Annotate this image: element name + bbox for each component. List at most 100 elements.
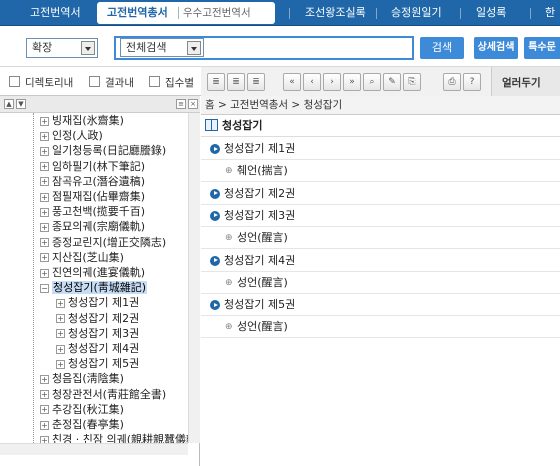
list-view-icon[interactable]: ≣	[207, 73, 225, 91]
tree-child-node[interactable]: + 청성잡기 제5권	[56, 356, 139, 371]
section-link[interactable]: 췌언(揣言)	[237, 160, 288, 182]
help-icon[interactable]: ?	[463, 73, 481, 91]
tree-node[interactable]: + 증정교린지(增正交隣志)	[40, 235, 166, 250]
expand-icon[interactable]: +	[56, 298, 65, 308]
within-results-checkbox[interactable]	[89, 76, 100, 87]
nav-item-annals[interactable]: 조선왕조실록	[305, 0, 366, 26]
tree-child-node[interactable]: + 청성잡기 제1권	[56, 295, 139, 310]
expand-icon[interactable]: +	[40, 435, 49, 443]
expand-icon[interactable]: +	[40, 420, 49, 430]
special-char-button[interactable]: 특수문	[524, 37, 560, 59]
tree-node[interactable]: + 인정(人政)	[40, 128, 103, 143]
tree-node[interactable]: + 빙재집(氷齋集)	[40, 113, 124, 128]
section-link[interactable]: 성언(醒言)	[237, 272, 288, 294]
tree-node[interactable]: + 청장관전서(靑莊館全書)	[40, 387, 166, 402]
expand-icon[interactable]: +	[40, 390, 49, 400]
tree-child-node[interactable]: + 청성잡기 제4권	[56, 341, 139, 356]
edit-icon[interactable]: ✎	[383, 73, 401, 91]
collapse-icon[interactable]: −	[40, 283, 49, 293]
breadcrumb-text[interactable]: 홈 > 고전번역총서 > 청성잡기	[205, 96, 342, 115]
tree-vertical-scrollbar[interactable]	[188, 113, 200, 443]
section-row[interactable]: ⊕ 성언(醒言)	[201, 227, 560, 250]
expand-icon[interactable]: +	[40, 131, 49, 141]
volume-link[interactable]: 청성잡기 제3권	[224, 205, 295, 227]
expand-icon[interactable]: +	[40, 222, 49, 232]
volume-link[interactable]: 청성잡기 제1권	[224, 138, 295, 160]
minimize-icon[interactable]: ≡	[176, 99, 186, 109]
tree-node[interactable]: + 친경 · 친잠 의궤(親耕親蠶儀軌)	[40, 432, 188, 443]
expand-icon[interactable]: +	[40, 192, 49, 202]
tree-horizontal-scrollbar[interactable]	[0, 443, 188, 455]
expand-icon[interactable]: +	[40, 253, 49, 263]
directory-checkbox[interactable]	[9, 76, 20, 87]
nav-item-seungjeongwon[interactable]: 승정원일기	[391, 0, 442, 26]
section-row[interactable]: ⊕ 췌언(揣言)	[201, 160, 560, 183]
expand-icon[interactable]: +	[40, 116, 49, 126]
volume-row[interactable]: 청성잡기 제3권	[201, 205, 560, 227]
volume-row[interactable]: 청성잡기 제2권	[201, 183, 560, 205]
volume-row[interactable]: 청성잡기 제4권	[201, 250, 560, 272]
expand-icon[interactable]: +	[56, 314, 65, 324]
volume-row[interactable]: 청성잡기 제1권	[201, 138, 560, 160]
search-icon[interactable]: ⌕	[363, 73, 381, 91]
tree-node[interactable]: − 청성잡기(靑城雜記)	[40, 280, 148, 295]
expand-icon[interactable]: +	[40, 374, 49, 384]
collapse-up-icon[interactable]: ▲	[4, 99, 14, 109]
tree-node[interactable]: + 지산집(芝山集)	[40, 250, 124, 265]
search-button[interactable]: 검색	[420, 37, 464, 59]
expand-icon[interactable]: +	[40, 268, 49, 278]
collapse-down-icon[interactable]: ▼	[16, 99, 26, 109]
last-page-icon[interactable]: »	[343, 73, 361, 91]
tree-node[interactable]: + 일기청등록(日記廳謄錄)	[40, 143, 166, 158]
list-view-icon[interactable]: ≣	[227, 73, 245, 91]
category-select[interactable]: 전체검색	[120, 38, 204, 57]
scope-select[interactable]: 확장	[26, 38, 98, 58]
tree-node[interactable]: + 풍고천백(揽要千百)	[40, 204, 145, 219]
volume-link[interactable]: 청성잡기 제2권	[224, 183, 295, 205]
expand-icon[interactable]: +	[56, 329, 65, 339]
tree-node[interactable]: + 청음집(淸陰集)	[40, 371, 124, 386]
nav-item-more[interactable]: 한	[545, 0, 555, 26]
tree-node[interactable]: + 추강집(秋江集)	[40, 402, 124, 417]
expand-icon[interactable]: +	[56, 359, 65, 369]
section-link[interactable]: 성언(醒言)	[237, 227, 288, 249]
tree-node[interactable]: + 잠곡유고(潛谷遺稿)	[40, 174, 145, 189]
copy-icon[interactable]: ⎘	[403, 73, 421, 91]
chevron-down-icon[interactable]	[187, 41, 201, 55]
tree-node[interactable]: + 춘정집(春亭集)	[40, 417, 124, 432]
volume-link[interactable]: 청성잡기 제5권	[224, 294, 295, 316]
print-icon[interactable]: ⎙	[443, 73, 461, 91]
expand-icon[interactable]: +	[40, 177, 49, 187]
tree-node[interactable]: + 진연의궤(進宴儀軌)	[40, 265, 145, 280]
advanced-search-button[interactable]: 상세검색	[474, 37, 518, 59]
tree-child-node[interactable]: + 청성잡기 제2권	[56, 311, 139, 326]
tree-child-node[interactable]: + 청성잡기 제3권	[56, 326, 139, 341]
nav-item-translations[interactable]: 고전번역서	[30, 0, 81, 26]
volume-row[interactable]: 청성잡기 제5권	[201, 294, 560, 317]
nav-item-translation-series[interactable]: 고전번역총서	[107, 2, 168, 24]
notes-toggle[interactable]: 얼러두기	[502, 75, 541, 90]
first-page-icon[interactable]: «	[283, 73, 301, 91]
section-row[interactable]: ⊕ 성언(醒言)	[201, 316, 560, 339]
expand-icon[interactable]: +	[40, 146, 49, 156]
next-page-icon[interactable]: ›	[323, 73, 341, 91]
section-link[interactable]: 성언(醒言)	[237, 316, 288, 338]
expand-icon[interactable]: +	[40, 405, 49, 415]
expand-icon[interactable]: +	[56, 344, 65, 354]
expand-icon[interactable]: +	[40, 162, 49, 172]
tree-node[interactable]: + 임하필기(林下筆記)	[40, 159, 145, 174]
expand-icon[interactable]: +	[40, 238, 49, 248]
list-view-icon[interactable]: ≣	[247, 73, 265, 91]
nav-item-excellent-translations[interactable]: 우수고전번역서	[183, 2, 251, 24]
tree-node[interactable]: + 점필재집(佔畢齋集)	[40, 189, 145, 204]
expand-icon[interactable]: +	[40, 207, 49, 217]
nav-item-ilseongnok[interactable]: 일성록	[476, 0, 506, 26]
prev-page-icon[interactable]: ‹	[303, 73, 321, 91]
volume-link[interactable]: 청성잡기 제4권	[224, 250, 295, 272]
tree-node-label: 청성잡기 제2권	[68, 311, 140, 325]
by-volume-checkbox[interactable]	[149, 76, 160, 87]
tree-node[interactable]: + 종묘의궤(宗廟儀軌)	[40, 219, 145, 234]
chevron-down-icon[interactable]	[81, 41, 95, 55]
close-icon[interactable]: ×	[188, 99, 198, 109]
section-row[interactable]: ⊕ 성언(醒言)	[201, 272, 560, 294]
